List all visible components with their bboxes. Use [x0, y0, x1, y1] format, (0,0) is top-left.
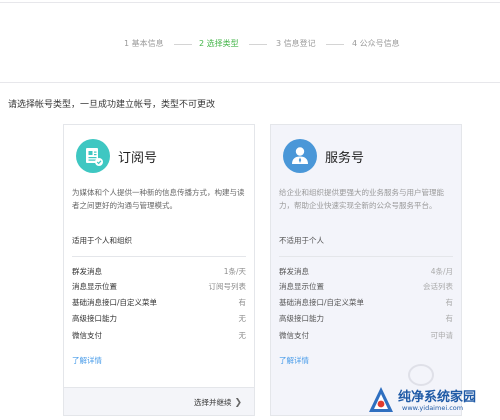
feature-row: 消息显示位置 会话列表 — [279, 281, 453, 294]
card-separator — [279, 256, 453, 257]
card-footer: 选择并继续 ❯ — [64, 387, 254, 415]
feature-row: 基础消息接口/自定义菜单 有 — [279, 297, 453, 310]
feature-value: 无 — [238, 314, 247, 323]
card-title: 服务号 — [325, 151, 365, 166]
feature-value: 无 — [238, 331, 247, 340]
feature-value: 4条/月 — [430, 267, 453, 276]
feature-name: 群发消息 — [72, 267, 102, 276]
feature-name: 消息显示位置 — [279, 282, 324, 291]
account-type-instruction: 请选择帐号类型，一旦成功建立帐号，类型不可更改 — [8, 100, 216, 110]
feature-value: 1条/天 — [223, 267, 246, 276]
section-divider — [0, 82, 500, 83]
feature-row: 基础消息接口/自定义菜单 有 — [72, 297, 246, 310]
step-basic-info: 1 基本信息 — [124, 39, 164, 48]
feature-value: 可申请 — [430, 331, 454, 340]
feature-name: 基础消息接口/自定义菜单 — [279, 298, 365, 307]
step-connector — [326, 44, 344, 45]
feature-value: 有 — [445, 314, 454, 323]
feature-name: 消息显示位置 — [72, 282, 117, 291]
feature-name: 微信支付 — [72, 331, 102, 340]
learn-more-link[interactable]: 了解详情 — [279, 355, 309, 366]
service-person-icon — [283, 139, 317, 173]
select-and-continue-label: 选择并继续 — [193, 398, 232, 407]
watermark-text: 纯净系统家园 — [398, 390, 477, 405]
step-indicator: 1 基本信息 2 选择类型 3 信息登记 4 公众号信息 — [0, 38, 500, 52]
subscription-document-icon — [76, 139, 110, 173]
card-description: 为媒体和个人提供一种新的信息传播方式，构建与读者之间更好的沟通与管理模式。 — [72, 188, 245, 210]
watermark-ring — [408, 364, 434, 386]
feature-row: 高级接口能力 有 — [279, 313, 453, 326]
watermark-url: www.yidaimei.com — [402, 404, 464, 412]
feature-name: 高级接口能力 — [279, 314, 324, 323]
feature-row: 群发消息 1条/天 — [72, 266, 246, 279]
learn-more-link[interactable]: 了解详情 — [72, 355, 102, 366]
feature-value: 订阅号列表 — [208, 282, 247, 291]
step-account-info: 4 公众号信息 — [352, 39, 400, 48]
applicable-to: 适用于个人和组织 — [72, 236, 132, 245]
card-description: 给企业和组织提供更强大的业务服务与用户管理能力，帮助企业快速实现全新的公众号服务… — [279, 188, 444, 210]
step-select-type: 2 选择类型 — [199, 39, 239, 48]
feature-row: 群发消息 4条/月 — [279, 266, 453, 279]
feature-value: 有 — [445, 298, 454, 307]
applicable-to: 不适用于个人 — [279, 236, 324, 245]
card-separator — [72, 256, 246, 257]
top-divider — [0, 2, 500, 3]
subscription-account-card[interactable]: 订阅号 为媒体和个人提供一种新的信息传播方式，构建与读者之间更好的沟通与管理模式… — [63, 124, 255, 416]
feature-name: 微信支付 — [279, 331, 309, 340]
card-title: 订阅号 — [118, 151, 158, 166]
feature-value: 会话列表 — [423, 282, 453, 291]
watermark-logo-icon — [368, 386, 394, 414]
feature-name: 高级接口能力 — [72, 314, 117, 323]
step-connector — [249, 44, 267, 45]
feature-name: 基础消息接口/自定义菜单 — [72, 298, 158, 307]
step-connector — [174, 44, 192, 45]
feature-row: 微信支付 可申请 — [279, 330, 453, 343]
step-info-register: 3 信息登记 — [276, 39, 316, 48]
feature-row: 微信支付 无 — [72, 330, 246, 343]
chevron-right-icon: ❯ — [234, 398, 242, 408]
feature-name: 群发消息 — [279, 267, 309, 276]
select-and-continue-button[interactable]: 选择并继续 ❯ — [194, 397, 242, 408]
feature-row: 消息显示位置 订阅号列表 — [72, 281, 246, 294]
feature-value: 有 — [238, 298, 247, 307]
feature-row: 高级接口能力 无 — [72, 313, 246, 326]
